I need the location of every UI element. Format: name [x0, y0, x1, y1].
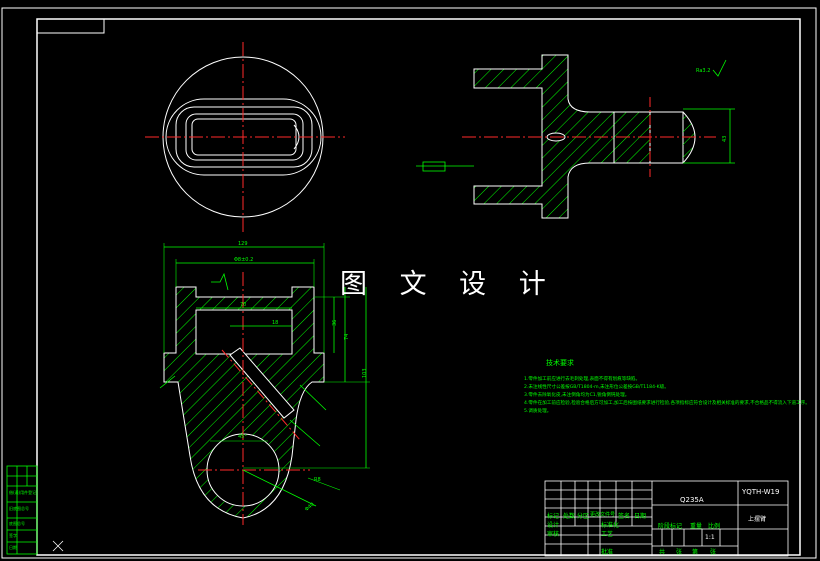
tech-notes-list: 1.零件加工前应进行去毛刺处理,表面不得有划痕等缺陷。 2.未注线性尺寸公差按G… — [524, 376, 810, 416]
tb-page: 第 — [692, 549, 699, 556]
tb-sheet-num: 张 — [676, 549, 683, 556]
dim-overall-width: 129 — [238, 241, 248, 247]
tb-sheet-total: 共 — [659, 549, 666, 556]
tb-change-doc: 更改文件号 — [590, 512, 616, 518]
tb-design: 设计 — [547, 522, 560, 529]
tb-zone: 分区 — [577, 513, 590, 520]
dim-inner-width: Φ8±0.2 — [234, 257, 253, 263]
margin-label: 旧底图总号 — [9, 506, 29, 511]
dim-right-1: 36 — [332, 320, 338, 326]
tb-process: 工艺 — [601, 531, 614, 538]
tb-mark: 标记 — [547, 513, 560, 520]
tech-note-item: 4.零件在加工前应检验,检验合格后方可加工,加工后按图纸要求进行检验,各项指标应… — [524, 401, 810, 406]
tb-ratio: 比例 — [708, 523, 721, 530]
margin-cross — [52, 540, 64, 552]
tb-sign: 签名 — [618, 513, 631, 520]
tech-note-item: 2.未注线性尺寸公差按GB/T1804-m,未注形位公差按GB/T1184-K级… — [524, 385, 669, 390]
drawing-number: YQTH-W19 — [742, 488, 780, 496]
dim-inner-span: 70 — [240, 302, 246, 308]
dim-hole-angle: 45° — [238, 434, 247, 440]
tech-notes-title: 技术要求 — [546, 359, 574, 367]
tb-stage-mark: 阶段标记 — [658, 523, 683, 530]
roughness-symbol: Ra3.2 — [696, 68, 710, 74]
margin-label: 签字 — [9, 533, 17, 538]
dim-right-view-dia: 43 — [722, 136, 728, 142]
dim-right-2: 74 — [344, 334, 350, 340]
material-label: Q235A — [680, 496, 704, 504]
tech-note-item: 5.调质处理。 — [524, 409, 552, 414]
watermark-text: 图 文 设 计 — [340, 269, 558, 300]
tb-page-unit: 张 — [710, 549, 717, 556]
tech-note-item: 1.零件加工前应进行去毛刺处理,表面不得有划痕等缺陷。 — [524, 377, 641, 382]
tb-review: 审核 — [547, 531, 560, 538]
front-section-view — [159, 243, 370, 525]
part-name: 上摆臂 — [748, 516, 767, 523]
top-view — [145, 42, 345, 232]
code-box — [36, 18, 105, 34]
dim-lower-label: Φ40 — [304, 502, 316, 513]
tb-count: 处数 — [563, 513, 576, 520]
margin-label: 借(通)用件登记 — [9, 490, 37, 495]
tb-approve: 批准 — [601, 549, 614, 556]
tb-date: 日期 — [634, 513, 647, 520]
right-view — [416, 54, 735, 219]
margin-label: 日期 — [9, 545, 17, 550]
tech-note-item: 3.零件去除氧化皮,未注倒角均为C1,锐角倒钝处理。 — [524, 393, 630, 398]
margin-label: 底图总号 — [9, 521, 25, 526]
dim-offset: 18 — [272, 320, 278, 326]
tb-weight: 重量 — [690, 523, 703, 530]
scale-value: 1:1 — [705, 534, 715, 541]
dim-radius: R8 — [314, 477, 321, 483]
tb-standardize: 标准化 — [601, 522, 620, 529]
dim-right-3: 103 — [362, 368, 368, 378]
